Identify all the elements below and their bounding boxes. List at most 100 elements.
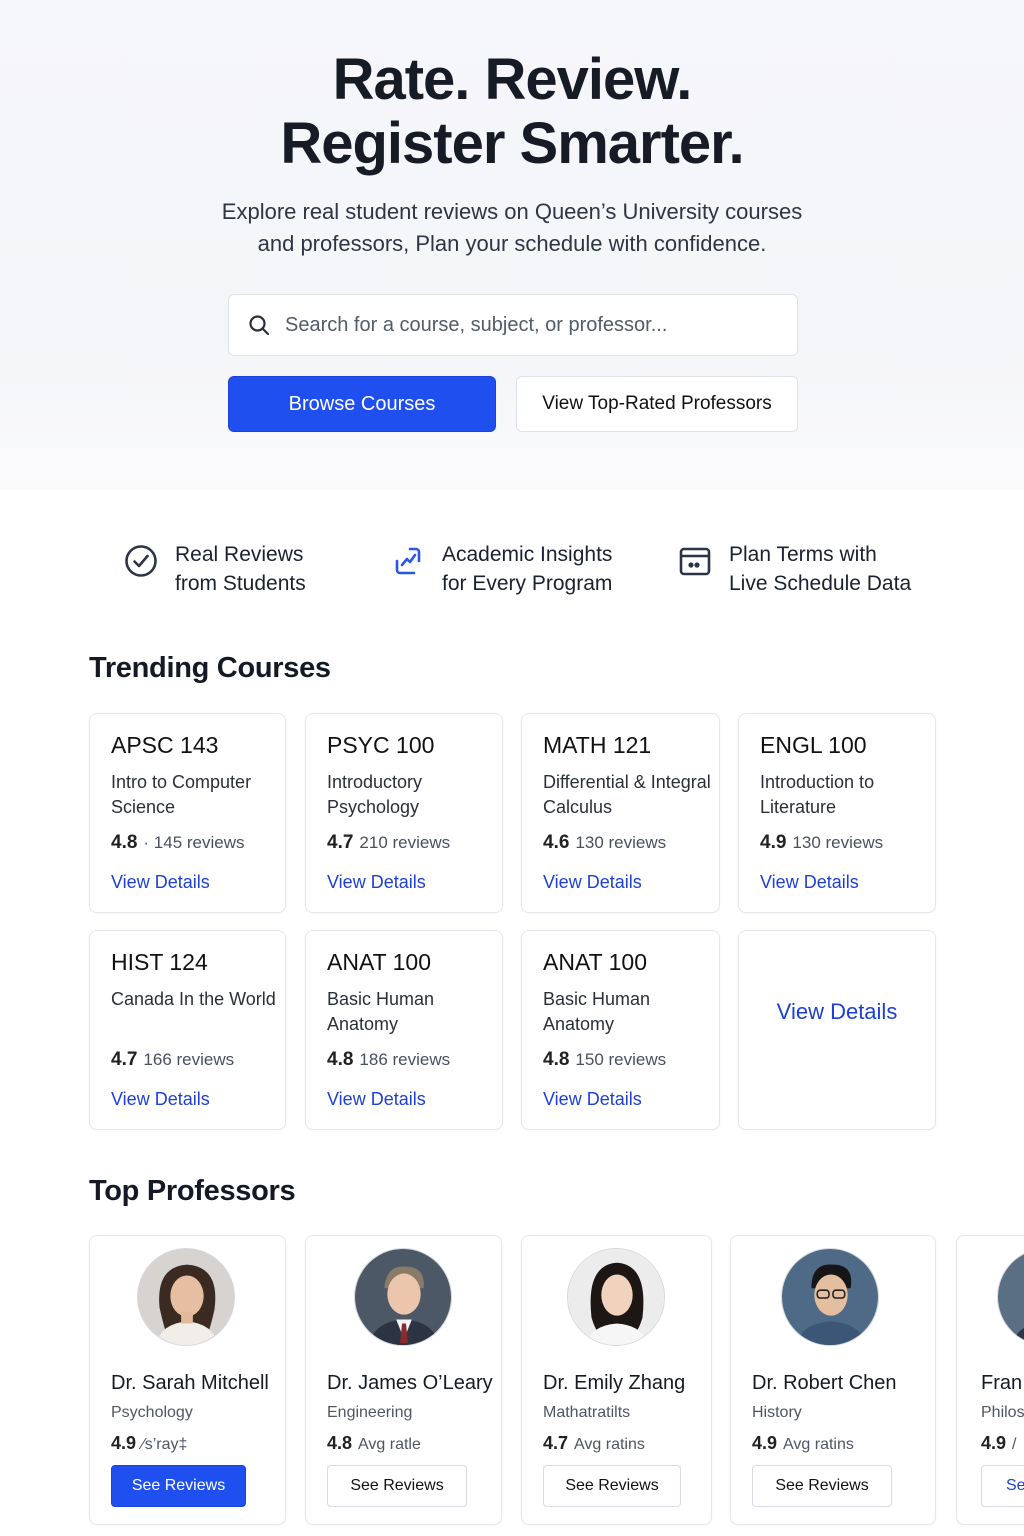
rating-value: 4.8 — [543, 1049, 570, 1070]
review-count: 166 reviews — [143, 1050, 235, 1069]
course-name: Differential & Integral Calculus — [543, 772, 711, 817]
feature-line: Plan Terms with — [729, 543, 877, 566]
see-reviews-button[interactable]: See Reviews — [327, 1465, 467, 1507]
avatar — [567, 1248, 665, 1346]
see-reviews-button[interactable]: Se — [981, 1465, 1024, 1507]
top-rated-professors-button[interactable]: View Top-Rated Professors — [516, 376, 798, 432]
rating-value: 4.8 — [111, 832, 138, 853]
professor-card[interactable]: Dr. Robert Chen History 4.9 Avg ratins Se… — [730, 1235, 936, 1525]
course-card[interactable]: APSC 143 Intro to Computer Science 4.8 · … — [89, 713, 286, 913]
avatar-photo — [138, 1249, 234, 1345]
course-card-more[interactable]: View Details — [738, 930, 936, 1130]
search-input[interactable] — [285, 313, 765, 337]
course-card[interactable]: ENGL 100 Introduction to Literature 4.9 1… — [738, 713, 936, 913]
professor-card[interactable]: Dr. Emily Zhang Mathatratilts 4.7 Avg rat… — [521, 1235, 712, 1525]
browse-courses-button[interactable]: Browse Courses — [228, 376, 496, 432]
professor-rating: 4.9 Avg ratins — [752, 1433, 854, 1454]
see-reviews-button[interactable]: See Reviews — [111, 1465, 246, 1507]
course-code: ANAT 100 — [327, 949, 431, 975]
rating-value: 4.9 — [760, 832, 787, 853]
professor-department: Mathatratilts — [543, 1404, 631, 1421]
course-code: PSYC 100 — [327, 732, 435, 758]
course-name: Intro to Computer Science — [111, 772, 252, 817]
professor-name: Dr. Robert Chen — [752, 1372, 897, 1394]
rating-label: / — [1012, 1436, 1017, 1453]
avatar — [354, 1248, 452, 1346]
feature-line: from Students — [175, 572, 306, 595]
view-details-link[interactable]: View Details — [111, 1089, 210, 1110]
course-rating: 4.8 150 reviews — [543, 1049, 666, 1071]
course-card[interactable]: MATH 121 Differential & Integral Calculu… — [521, 713, 720, 913]
rating-value: 4.9 — [111, 1433, 137, 1453]
rating-value: 4.7 — [111, 1049, 138, 1070]
see-reviews-button[interactable]: See Reviews — [543, 1465, 681, 1507]
professor-rating: 4.9 ⁄s’ray‡ — [111, 1433, 187, 1454]
rating-value: 4.9 — [981, 1433, 1007, 1453]
review-count: 186 reviews — [359, 1050, 451, 1069]
course-name: Basic Human Anatomy — [327, 989, 435, 1034]
course-card[interactable]: ANAT 100 Basic Human Anatomy 4.8 186 revi… — [305, 930, 503, 1130]
feature-academic-insights: Academic Insights for Every Program — [390, 540, 612, 598]
hero-title: Rate. Review. Register Smarter. — [0, 48, 1024, 176]
check-circle-icon — [125, 545, 157, 577]
feature-real-reviews: Real Reviews from Students — [123, 540, 306, 598]
rating-label: Avg ratle — [358, 1436, 421, 1453]
professor-department: Engineering — [327, 1404, 413, 1421]
view-details-link[interactable]: View Details — [543, 872, 642, 893]
course-name: Basic Human Anatomy — [543, 989, 651, 1034]
rating-label: Avg ratins — [783, 1436, 854, 1453]
professor-name: Dr. Emily Zhang — [543, 1372, 686, 1394]
insights-icon — [395, 547, 421, 575]
professor-card[interactable]: Dr. Sarah Mitchell Psychology 4.9 ⁄s’ray‡… — [89, 1235, 286, 1525]
hero-title-line2: Register Smarter. — [280, 111, 744, 176]
avatar-photo — [568, 1249, 664, 1345]
professor-name: Dr. James O’Leary — [327, 1372, 493, 1394]
course-code: APSC 143 — [111, 732, 219, 758]
course-code: MATH 121 — [543, 732, 652, 758]
rating-label: ⁄s’ray‡ — [142, 1436, 188, 1453]
professor-card[interactable]: Fran Philos 4.9 / Se — [956, 1235, 1024, 1525]
rating-value: 4.6 — [543, 832, 570, 853]
feature-line: Academic Insights — [442, 543, 613, 566]
course-name: Introductory Psychology — [327, 772, 423, 817]
professor-rating: 4.8 Avg ratle — [327, 1433, 421, 1454]
search-icon — [249, 315, 270, 336]
feature-plan-terms: Plan Terms with Live Schedule Data — [677, 540, 911, 598]
hero-title-line1: Rate. Review. — [332, 47, 693, 112]
avatar-photo — [998, 1249, 1024, 1345]
avatar — [137, 1248, 235, 1346]
hero-subtitle-line2: and professors, Plan your schedule with … — [257, 231, 767, 256]
course-card[interactable]: PSYC 100 Introductory Psychology 4.7 210 … — [305, 713, 503, 913]
calendar-icon — [679, 547, 711, 576]
rating-label: Avg ratins — [574, 1436, 645, 1453]
feature-line: Live Schedule Data — [729, 572, 912, 595]
rating-value: 4.7 — [543, 1433, 569, 1453]
view-details-link[interactable]: View Details — [739, 999, 935, 1025]
professor-name: Fran — [981, 1372, 1023, 1394]
review-count: 130 reviews — [792, 833, 884, 852]
see-reviews-button[interactable]: See Reviews — [752, 1465, 892, 1507]
professor-card[interactable]: Dr. James O’Leary Engineering 4.8 Avg rat… — [305, 1235, 502, 1525]
course-rating: 4.8 · 145 reviews — [111, 832, 245, 854]
review-count: 210 reviews — [359, 833, 451, 852]
review-count: 150 reviews — [575, 1050, 667, 1069]
course-code: ENGL 100 — [760, 732, 867, 758]
view-details-link[interactable]: View Details — [543, 1089, 642, 1110]
course-card[interactable]: HIST 124 Canada In the World 4.7 166 revi… — [89, 930, 286, 1130]
view-details-link[interactable]: View Details — [327, 1089, 426, 1110]
course-code: ANAT 100 — [543, 949, 647, 975]
course-rating: 4.8 186 reviews — [327, 1049, 450, 1071]
professor-rating: 4.9 / — [981, 1433, 1016, 1454]
view-details-link[interactable]: View Details — [111, 872, 210, 893]
search-bar[interactable] — [228, 294, 798, 356]
course-rating: 4.6 130 reviews — [543, 832, 666, 854]
course-code: HIST 124 — [111, 949, 208, 975]
view-details-link[interactable]: View Details — [327, 872, 426, 893]
avatar — [781, 1248, 879, 1346]
view-details-link[interactable]: View Details — [760, 872, 859, 893]
feature-line: for Every Program — [442, 572, 613, 595]
course-name: Canada In the World — [111, 989, 276, 1009]
professor-department: Psychology — [111, 1404, 193, 1421]
course-card[interactable]: ANAT 100 Basic Human Anatomy 4.8 150 revi… — [521, 930, 720, 1130]
avatar — [997, 1248, 1024, 1346]
